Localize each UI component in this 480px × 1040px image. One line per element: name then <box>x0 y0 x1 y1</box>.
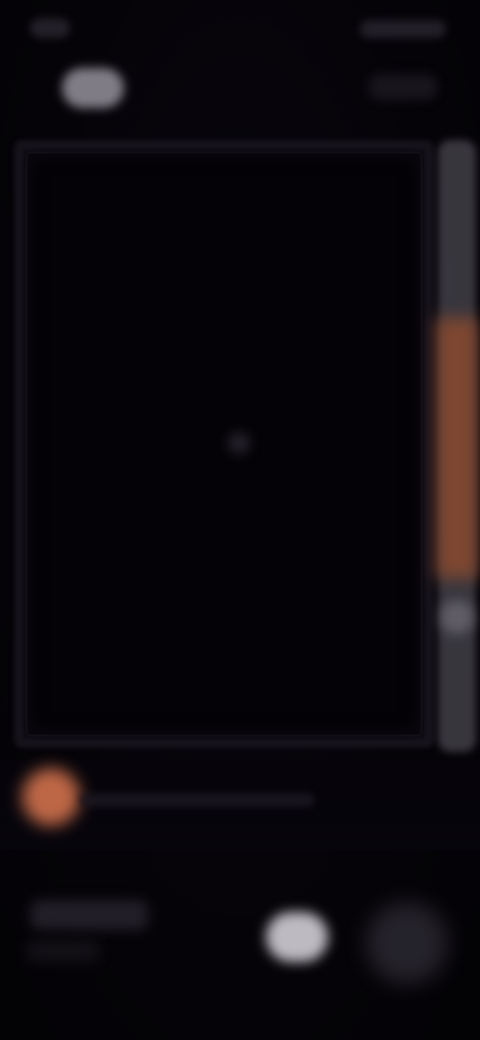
status-bar <box>0 0 480 56</box>
footer-pill-button[interactable] <box>266 912 328 962</box>
app-screen <box>0 0 480 1040</box>
slider-knob-icon[interactable] <box>440 600 474 634</box>
top-right-toolbar[interactable] <box>368 74 438 100</box>
top-left-pill-button[interactable] <box>62 68 124 108</box>
side-slider-fill <box>436 318 478 578</box>
footer-round-button[interactable] <box>366 902 448 984</box>
canvas-board-inner <box>26 152 422 736</box>
timeline-track[interactable] <box>80 794 314 806</box>
center-dot-icon <box>228 432 250 454</box>
status-icon <box>30 18 70 38</box>
record-dot-icon[interactable] <box>22 768 80 826</box>
footer-label-primary <box>30 900 148 930</box>
footer-label-secondary <box>26 940 100 962</box>
status-icon <box>360 20 446 38</box>
